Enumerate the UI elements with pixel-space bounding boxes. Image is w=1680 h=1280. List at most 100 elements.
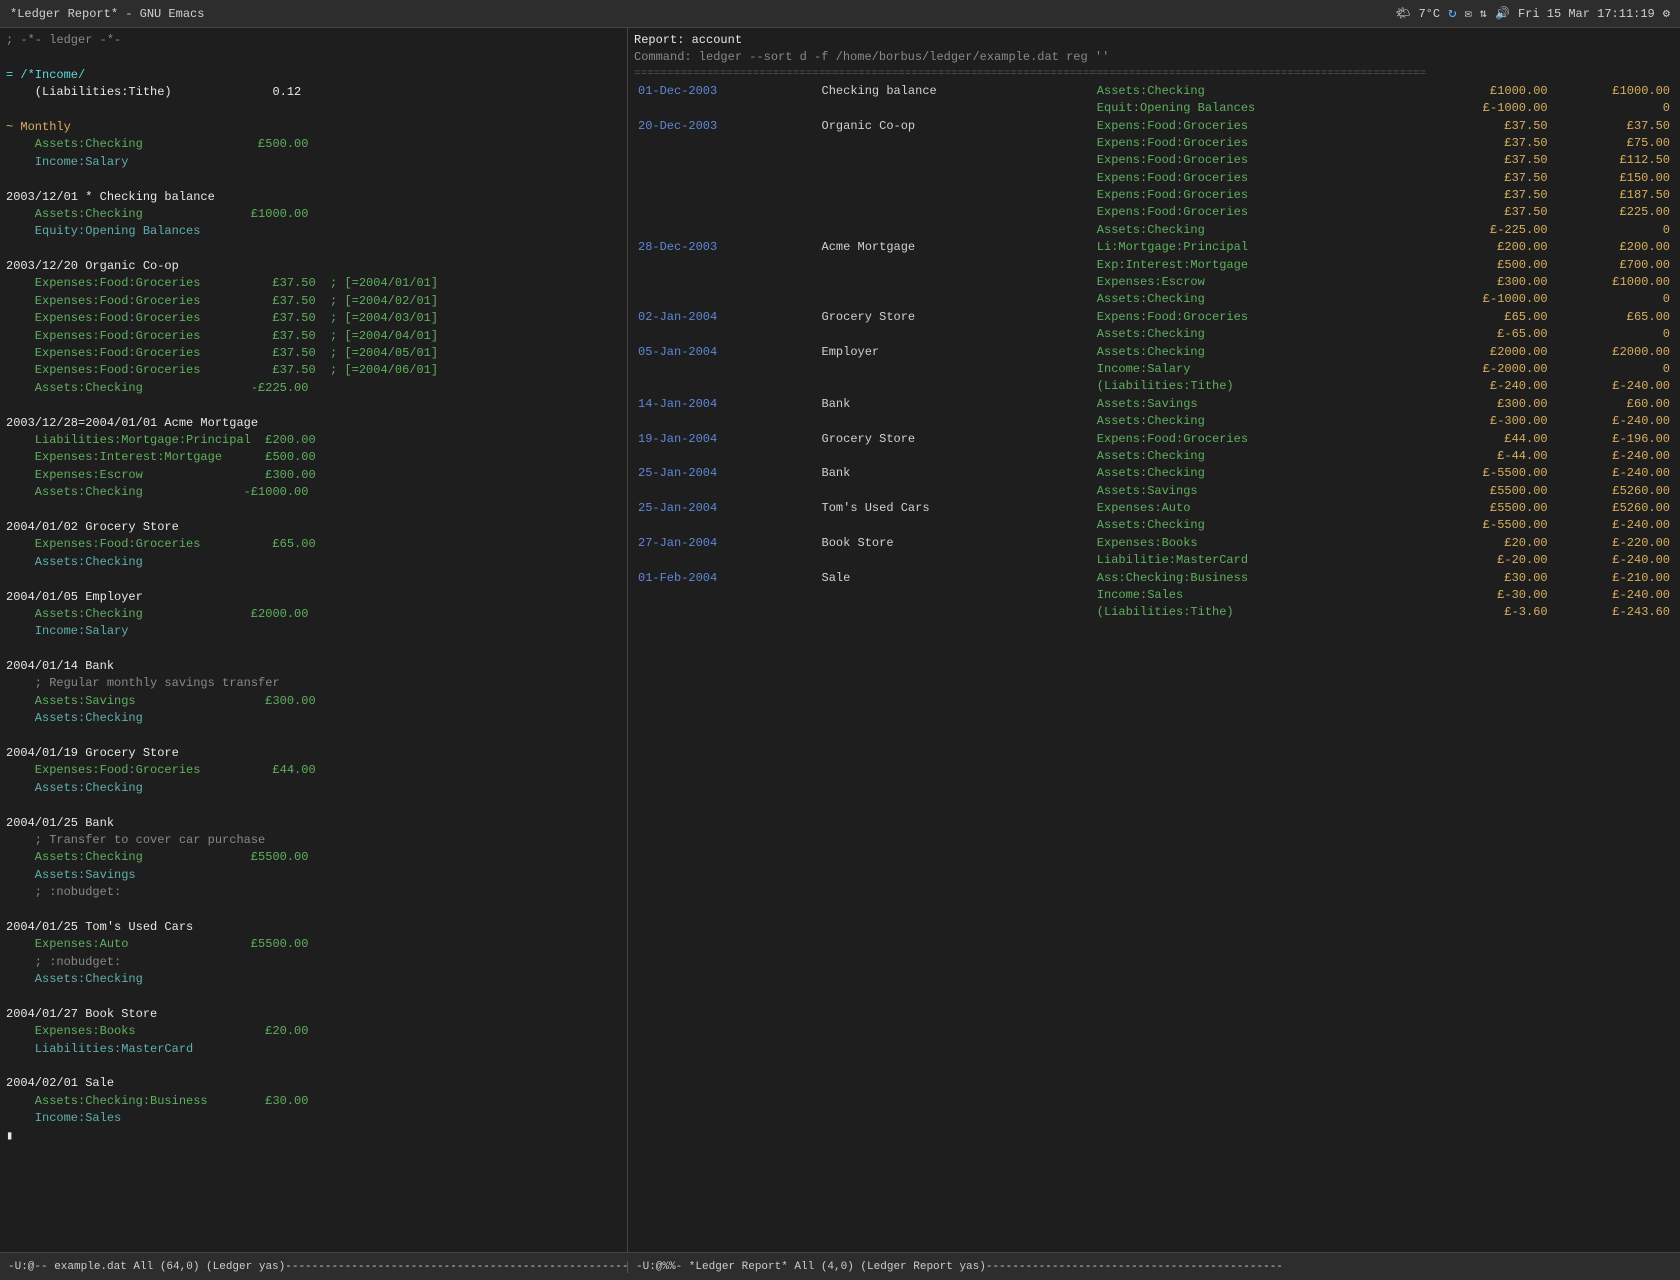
left-pane-line: Assets:Savings £300.00 [6, 693, 621, 710]
row-date: 19-Jan-2004 [634, 431, 818, 448]
row-date: 25-Jan-2004 [634, 500, 818, 517]
row-account: Assets:Checking [1093, 291, 1429, 308]
row-date [634, 517, 818, 534]
row-payee [818, 604, 1093, 621]
left-pane-line: ~ Monthly [6, 119, 621, 136]
row-amount: £300.00 [1429, 274, 1551, 291]
left-pane-line: 2004/01/19 Grocery Store [6, 745, 621, 762]
row-amount: £-30.00 [1429, 587, 1551, 604]
row-account: Expens:Food:Groceries [1093, 309, 1429, 326]
row-account: Assets:Checking [1093, 344, 1429, 361]
table-row: Assets:Checking£-1000.000 [634, 291, 1674, 308]
row-date [634, 170, 818, 187]
row-running: £60.00 [1552, 396, 1674, 413]
row-amount: £-2000.00 [1429, 361, 1551, 378]
datetime: Fri 15 Mar 17:11:19 [1518, 7, 1655, 21]
row-date: 02-Jan-2004 [634, 309, 818, 326]
row-payee [818, 483, 1093, 500]
left-pane-line: 2004/01/25 Tom's Used Cars [6, 919, 621, 936]
row-running: £225.00 [1552, 204, 1674, 221]
table-row: Expens:Food:Groceries£37.50£75.00 [634, 135, 1674, 152]
table-row: Expens:Food:Groceries£37.50£187.50 [634, 187, 1674, 204]
weather-icon: 🌤 [1395, 6, 1410, 21]
left-pane-line: ; :nobudget: [6, 884, 621, 901]
row-payee [818, 378, 1093, 395]
row-amount: £500.00 [1429, 257, 1551, 274]
row-account: Exp:Interest:Mortgage [1093, 257, 1429, 274]
left-pane-line: Expenses:Food:Groceries £37.50 ; [=2004/… [6, 328, 621, 345]
row-running: £150.00 [1552, 170, 1674, 187]
left-pane-line: Expenses:Food:Groceries £37.50 ; [=2004/… [6, 293, 621, 310]
row-amount: £20.00 [1429, 535, 1551, 552]
row-running: £700.00 [1552, 257, 1674, 274]
row-payee: Grocery Store [818, 309, 1093, 326]
left-pane-line: 2004/01/02 Grocery Store [6, 519, 621, 536]
row-running: £37.50 [1552, 118, 1674, 135]
row-running: £-240.00 [1552, 465, 1674, 482]
row-payee: Sale [818, 570, 1093, 587]
window-title: *Ledger Report* - GNU Emacs [10, 7, 204, 21]
left-pane-line: Assets:Checking [6, 554, 621, 571]
table-row: Assets:Checking£-5500.00£-240.00 [634, 517, 1674, 534]
row-account: Expenses:Books [1093, 535, 1429, 552]
settings-icon[interactable]: ⚙ [1663, 6, 1670, 21]
left-pane-line: Expenses:Interest:Mortgage £500.00 [6, 449, 621, 466]
left-pane-line: Liabilities:Mortgage:Principal £200.00 [6, 432, 621, 449]
row-date [634, 361, 818, 378]
right-pane[interactable]: Report: account Command: ledger --sort d… [628, 28, 1680, 1252]
refresh-icon[interactable]: ↻ [1448, 5, 1456, 22]
table-row: (Liabilities:Tithe)£-240.00£-240.00 [634, 378, 1674, 395]
row-amount: £-20.00 [1429, 552, 1551, 569]
left-pane-line [6, 902, 621, 919]
left-pane-line: (Liabilities:Tithe) 0.12 [6, 84, 621, 101]
left-pane-line: ; -*- ledger -*- [6, 32, 621, 49]
volume-icon[interactable]: 🔊 [1495, 6, 1510, 21]
left-pane-line [6, 171, 621, 188]
row-amount: £37.50 [1429, 204, 1551, 221]
left-pane-line: Assets:Checking [6, 780, 621, 797]
title-bar-right: 🌤 7°C ↻ ✉ ⇅ 🔊 Fri 15 Mar 17:11:19 ⚙ [1395, 5, 1670, 22]
status-right: -U:@%%- *Ledger Report* All (4,0) (Ledge… [628, 1261, 1680, 1273]
row-running: £-240.00 [1552, 552, 1674, 569]
row-amount: £5500.00 [1429, 500, 1551, 517]
row-account: Liabilitie:MasterCard [1093, 552, 1429, 569]
row-running: £5260.00 [1552, 500, 1674, 517]
row-running: £-220.00 [1552, 535, 1674, 552]
row-amount: £30.00 [1429, 570, 1551, 587]
row-payee [818, 187, 1093, 204]
report-table: 01-Dec-2003Checking balanceAssets:Checki… [634, 83, 1674, 622]
title-bar: *Ledger Report* - GNU Emacs 🌤 7°C ↻ ✉ ⇅ … [0, 0, 1680, 28]
email-icon[interactable]: ✉ [1465, 6, 1472, 21]
row-payee [818, 152, 1093, 169]
row-account: Li:Mortgage:Principal [1093, 239, 1429, 256]
left-pane[interactable]: ; -*- ledger -*- = /*Income/ (Liabilitie… [0, 28, 628, 1252]
table-row: 27-Jan-2004Book StoreExpenses:Books£20.0… [634, 535, 1674, 552]
table-row: (Liabilities:Tithe)£-3.60£-243.60 [634, 604, 1674, 621]
row-account: Assets:Checking [1093, 326, 1429, 343]
table-row: 01-Feb-2004SaleAss:Checking:Business£30.… [634, 570, 1674, 587]
row-amount: £-65.00 [1429, 326, 1551, 343]
row-payee: Book Store [818, 535, 1093, 552]
left-pane-line: Expenses:Food:Groceries £44.00 [6, 762, 621, 779]
row-date: 27-Jan-2004 [634, 535, 818, 552]
left-pane-line: Expenses:Food:Groceries £37.50 ; [=2004/… [6, 310, 621, 327]
row-amount: £-5500.00 [1429, 465, 1551, 482]
row-payee [818, 274, 1093, 291]
left-pane-line: Expenses:Food:Groceries £37.50 ; [=2004/… [6, 345, 621, 362]
row-running: £-240.00 [1552, 413, 1674, 430]
row-running: £75.00 [1552, 135, 1674, 152]
row-running: £112.50 [1552, 152, 1674, 169]
table-row: Equit:Opening Balances£-1000.000 [634, 100, 1674, 117]
row-payee [818, 361, 1093, 378]
left-pane-line [6, 988, 621, 1005]
row-running: 0 [1552, 100, 1674, 117]
table-row: 25-Jan-2004BankAssets:Checking£-5500.00£… [634, 465, 1674, 482]
row-amount: £-225.00 [1429, 222, 1551, 239]
left-pane-line [6, 241, 621, 258]
row-running: £-196.00 [1552, 431, 1674, 448]
left-pane-line: Assets:Checking £2000.00 [6, 606, 621, 623]
row-payee [818, 135, 1093, 152]
row-account: Expens:Food:Groceries [1093, 431, 1429, 448]
row-account: Assets:Savings [1093, 396, 1429, 413]
row-date [634, 552, 818, 569]
